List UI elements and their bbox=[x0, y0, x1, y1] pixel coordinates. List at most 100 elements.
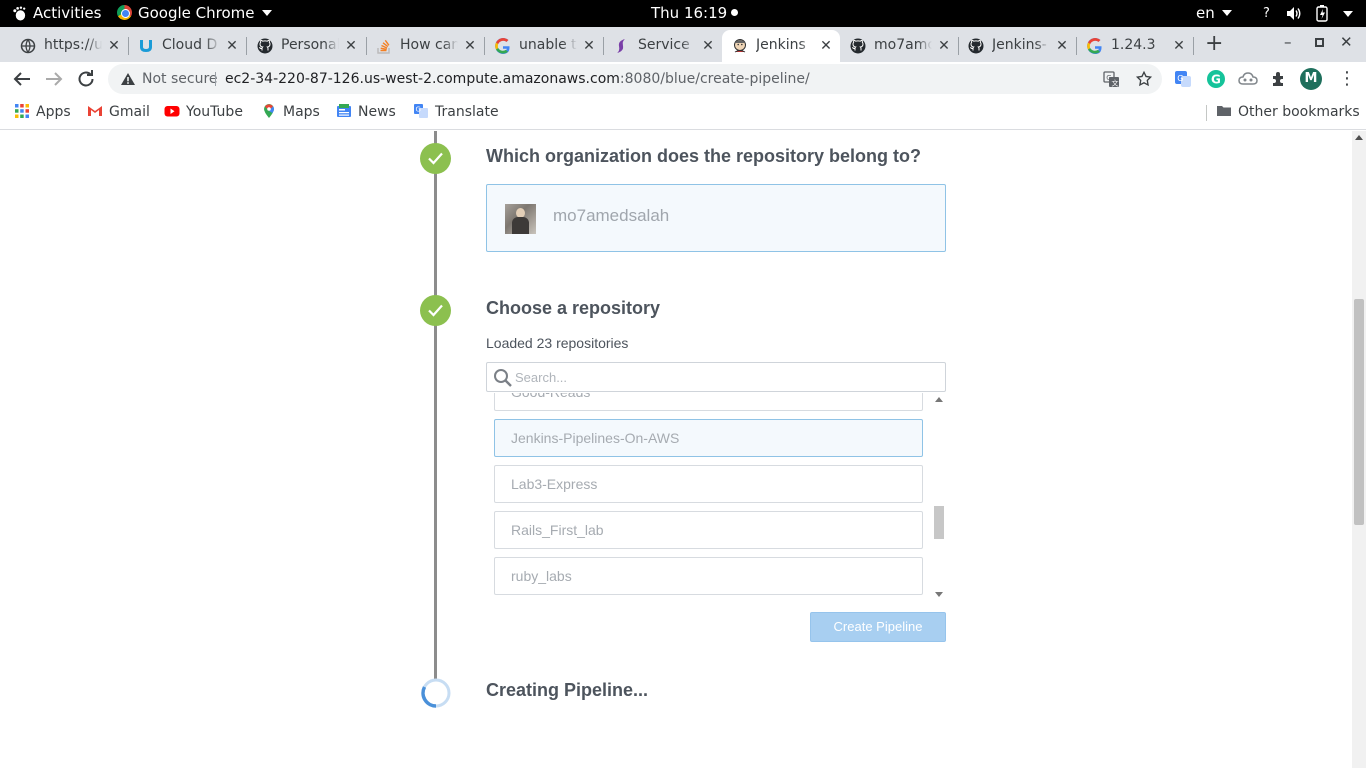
org-avatar bbox=[505, 204, 536, 234]
bookmark-gmail[interactable]: Gmail bbox=[87, 96, 150, 130]
tab-title: mo7amc bbox=[874, 37, 932, 53]
folder-icon bbox=[1217, 106, 1231, 116]
tab-title: Service bbox=[638, 37, 690, 53]
notification-dot-icon bbox=[731, 9, 739, 16]
extensions-puzzle-icon[interactable] bbox=[1270, 69, 1290, 89]
tab-0[interactable]: https://u ✕ bbox=[10, 30, 128, 62]
help-icon[interactable]: ? bbox=[1263, 0, 1270, 27]
scroll-up-arrow-icon[interactable] bbox=[935, 397, 943, 402]
repo-item-good-reads[interactable]: Good-Reads bbox=[494, 393, 923, 411]
bookmark-translate[interactable]: G Translate bbox=[413, 96, 499, 130]
url-text[interactable]: ec2-34-220-87-126.us-west-2.compute.amaz… bbox=[225, 64, 810, 94]
other-bookmarks[interactable]: Other bookmarks bbox=[1216, 96, 1360, 130]
bookmark-label: Translate bbox=[435, 104, 499, 120]
extension-cloud-icon[interactable] bbox=[1238, 69, 1258, 89]
page-scroll-thumb[interactable] bbox=[1354, 299, 1364, 525]
create-pipeline-page: Which organization does the repository b… bbox=[0, 131, 1352, 768]
not-secure-label[interactable]: Not secure bbox=[142, 64, 218, 94]
repository-list[interactable]: Good-Reads Jenkins-Pipelines-On-AWS Lab3… bbox=[486, 393, 946, 601]
browser-toolbar: Not secure ec2-34-220-87-126.us-west-2.c… bbox=[0, 62, 1366, 96]
battery-icon[interactable] bbox=[1316, 5, 1328, 22]
minimize-button[interactable]: – bbox=[1284, 33, 1292, 51]
google-icon bbox=[1087, 38, 1102, 54]
chevron-down-icon bbox=[1221, 10, 1232, 16]
app-menu[interactable]: Google Chrome bbox=[117, 0, 272, 27]
bookmark-youtube[interactable]: YouTube bbox=[164, 96, 243, 130]
svg-text:G: G bbox=[1211, 73, 1221, 87]
tab-8[interactable]: Jenkins- ✕ bbox=[958, 30, 1076, 62]
close-icon[interactable]: ✕ bbox=[462, 38, 478, 54]
forward-arrow-icon[interactable] bbox=[42, 67, 66, 91]
tab-title: Jenkins- bbox=[992, 37, 1047, 53]
bookmark-apps[interactable]: Apps bbox=[14, 96, 71, 130]
tab-6[interactable]: Jenkins ✕ bbox=[722, 30, 840, 62]
back-arrow-icon[interactable] bbox=[10, 67, 34, 91]
other-bookmarks-label: Other bookmarks bbox=[1238, 104, 1360, 120]
repo-list-scroll-thumb[interactable] bbox=[934, 506, 944, 539]
language-label: en bbox=[1196, 4, 1215, 22]
tab-4[interactable]: unable t ✕ bbox=[485, 30, 603, 62]
close-icon[interactable]: ✕ bbox=[343, 38, 359, 54]
reload-icon[interactable] bbox=[74, 67, 98, 91]
clock[interactable]: Thu 16:19 bbox=[651, 0, 739, 27]
google-translate-extension-icon[interactable]: G bbox=[1173, 69, 1193, 89]
tab-title: https://u bbox=[44, 37, 102, 53]
close-icon[interactable]: ✕ bbox=[818, 38, 834, 54]
profile-avatar[interactable]: M bbox=[1300, 68, 1322, 90]
page-scrollbar[interactable] bbox=[1352, 131, 1366, 768]
repo-list-scrollbar[interactable] bbox=[933, 393, 945, 601]
tab-5[interactable]: Service ✕ bbox=[604, 30, 722, 62]
close-icon[interactable]: ✕ bbox=[581, 38, 597, 54]
maximize-button[interactable] bbox=[1315, 38, 1324, 47]
close-icon[interactable]: ✕ bbox=[936, 38, 952, 54]
grammarly-icon[interactable]: G bbox=[1206, 69, 1226, 89]
youtube-icon bbox=[164, 106, 180, 117]
search-icon bbox=[494, 369, 512, 387]
repo-item-rails-first-lab[interactable]: Rails_First_lab bbox=[494, 511, 923, 549]
repo-item-jenkins-pipelines-on-aws[interactable]: Jenkins-Pipelines-On-AWS bbox=[494, 419, 923, 457]
language-indicator[interactable]: en bbox=[1196, 0, 1232, 27]
repo-search bbox=[486, 362, 946, 392]
news-icon bbox=[337, 104, 351, 117]
bookmark-label: Apps bbox=[36, 104, 71, 120]
browser-menu-icon[interactable]: ⋮ bbox=[1338, 67, 1356, 91]
warning-icon[interactable] bbox=[120, 72, 136, 86]
clock-label: Thu 16:19 bbox=[651, 4, 728, 22]
step-complete-icon bbox=[420, 295, 451, 326]
volume-icon[interactable] bbox=[1286, 6, 1302, 21]
jenkins-icon bbox=[734, 39, 746, 53]
new-tab-button[interactable]: + bbox=[1205, 31, 1223, 56]
scroll-down-arrow-icon[interactable] bbox=[935, 592, 943, 597]
tab-3[interactable]: How can ✕ bbox=[366, 30, 484, 62]
globe-icon bbox=[20, 38, 36, 54]
repo-item-lab3-express[interactable]: Lab3-Express bbox=[494, 465, 923, 503]
bookmark-news[interactable]: News bbox=[336, 96, 396, 130]
create-pipeline-button[interactable]: Create Pipeline bbox=[810, 612, 946, 642]
cloud-icon bbox=[140, 40, 152, 52]
repo-search-input[interactable] bbox=[515, 364, 935, 390]
system-menu-caret-icon[interactable] bbox=[1343, 11, 1353, 17]
close-icon[interactable]: ✕ bbox=[224, 38, 240, 54]
repo-item-ruby-labs[interactable]: ruby_labs bbox=[494, 557, 923, 595]
bookmark-star-icon[interactable] bbox=[1135, 70, 1153, 88]
checkmark-icon bbox=[428, 152, 443, 165]
svg-text:G: G bbox=[1177, 74, 1183, 83]
tab-2[interactable]: Personal ✕ bbox=[247, 30, 365, 62]
tab-9[interactable]: 1.24.3 ✕ bbox=[1077, 30, 1193, 62]
bookmark-maps[interactable]: Maps bbox=[261, 96, 320, 130]
close-icon[interactable]: ✕ bbox=[106, 38, 122, 54]
scroll-up-arrow-icon[interactable] bbox=[1355, 135, 1363, 140]
organization-option[interactable]: mo7amedsalah bbox=[486, 184, 946, 252]
tab-1[interactable]: Cloud D ✕ bbox=[128, 30, 246, 62]
window-close-button[interactable]: ✕ bbox=[1340, 33, 1353, 51]
close-icon[interactable]: ✕ bbox=[1171, 38, 1187, 54]
close-icon[interactable]: ✕ bbox=[1054, 38, 1070, 54]
translate-icon[interactable]: G文 bbox=[1103, 71, 1120, 88]
close-icon[interactable]: ✕ bbox=[700, 38, 716, 54]
loaded-count: Loaded 23 repositories bbox=[486, 335, 629, 351]
address-bar[interactable]: Not secure ec2-34-220-87-126.us-west-2.c… bbox=[108, 64, 1162, 94]
tab-7[interactable]: mo7amc ✕ bbox=[840, 30, 958, 62]
activities-button[interactable]: Activities bbox=[33, 0, 101, 27]
svg-text:G: G bbox=[416, 106, 421, 114]
repo-step-title: Choose a repository bbox=[486, 298, 661, 318]
